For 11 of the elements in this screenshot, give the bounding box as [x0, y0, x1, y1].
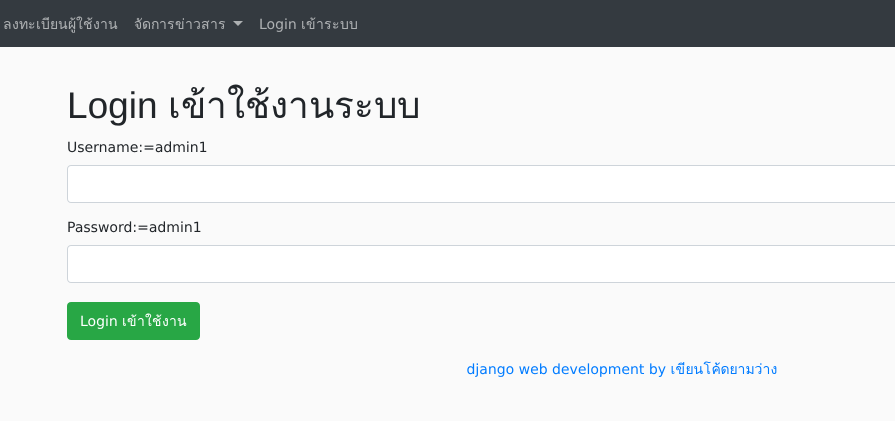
input-field[interactable] [67, 245, 895, 283]
input-field[interactable] [67, 165, 895, 203]
page-heading: Login เข้าใช้งานระบบ [67, 84, 420, 128]
caret-icon [233, 21, 243, 26]
field-label: Password:=admin1 [67, 220, 202, 236]
login-button[interactable]: Login เข้าใช้งาน [67, 302, 200, 340]
field-label: Username:=admin1 [67, 140, 208, 156]
footer-link[interactable]: django web development by เขียนโค้ดยามว่าง [466, 358, 778, 380]
nav-link[interactable]: Login เข้าระบบ [259, 12, 358, 34]
nav-dropdown[interactable]: จัดการข่าวสาร [134, 12, 243, 34]
nav-link[interactable]: ลงทะเบียนผู้ใช้งาน [3, 12, 118, 34]
